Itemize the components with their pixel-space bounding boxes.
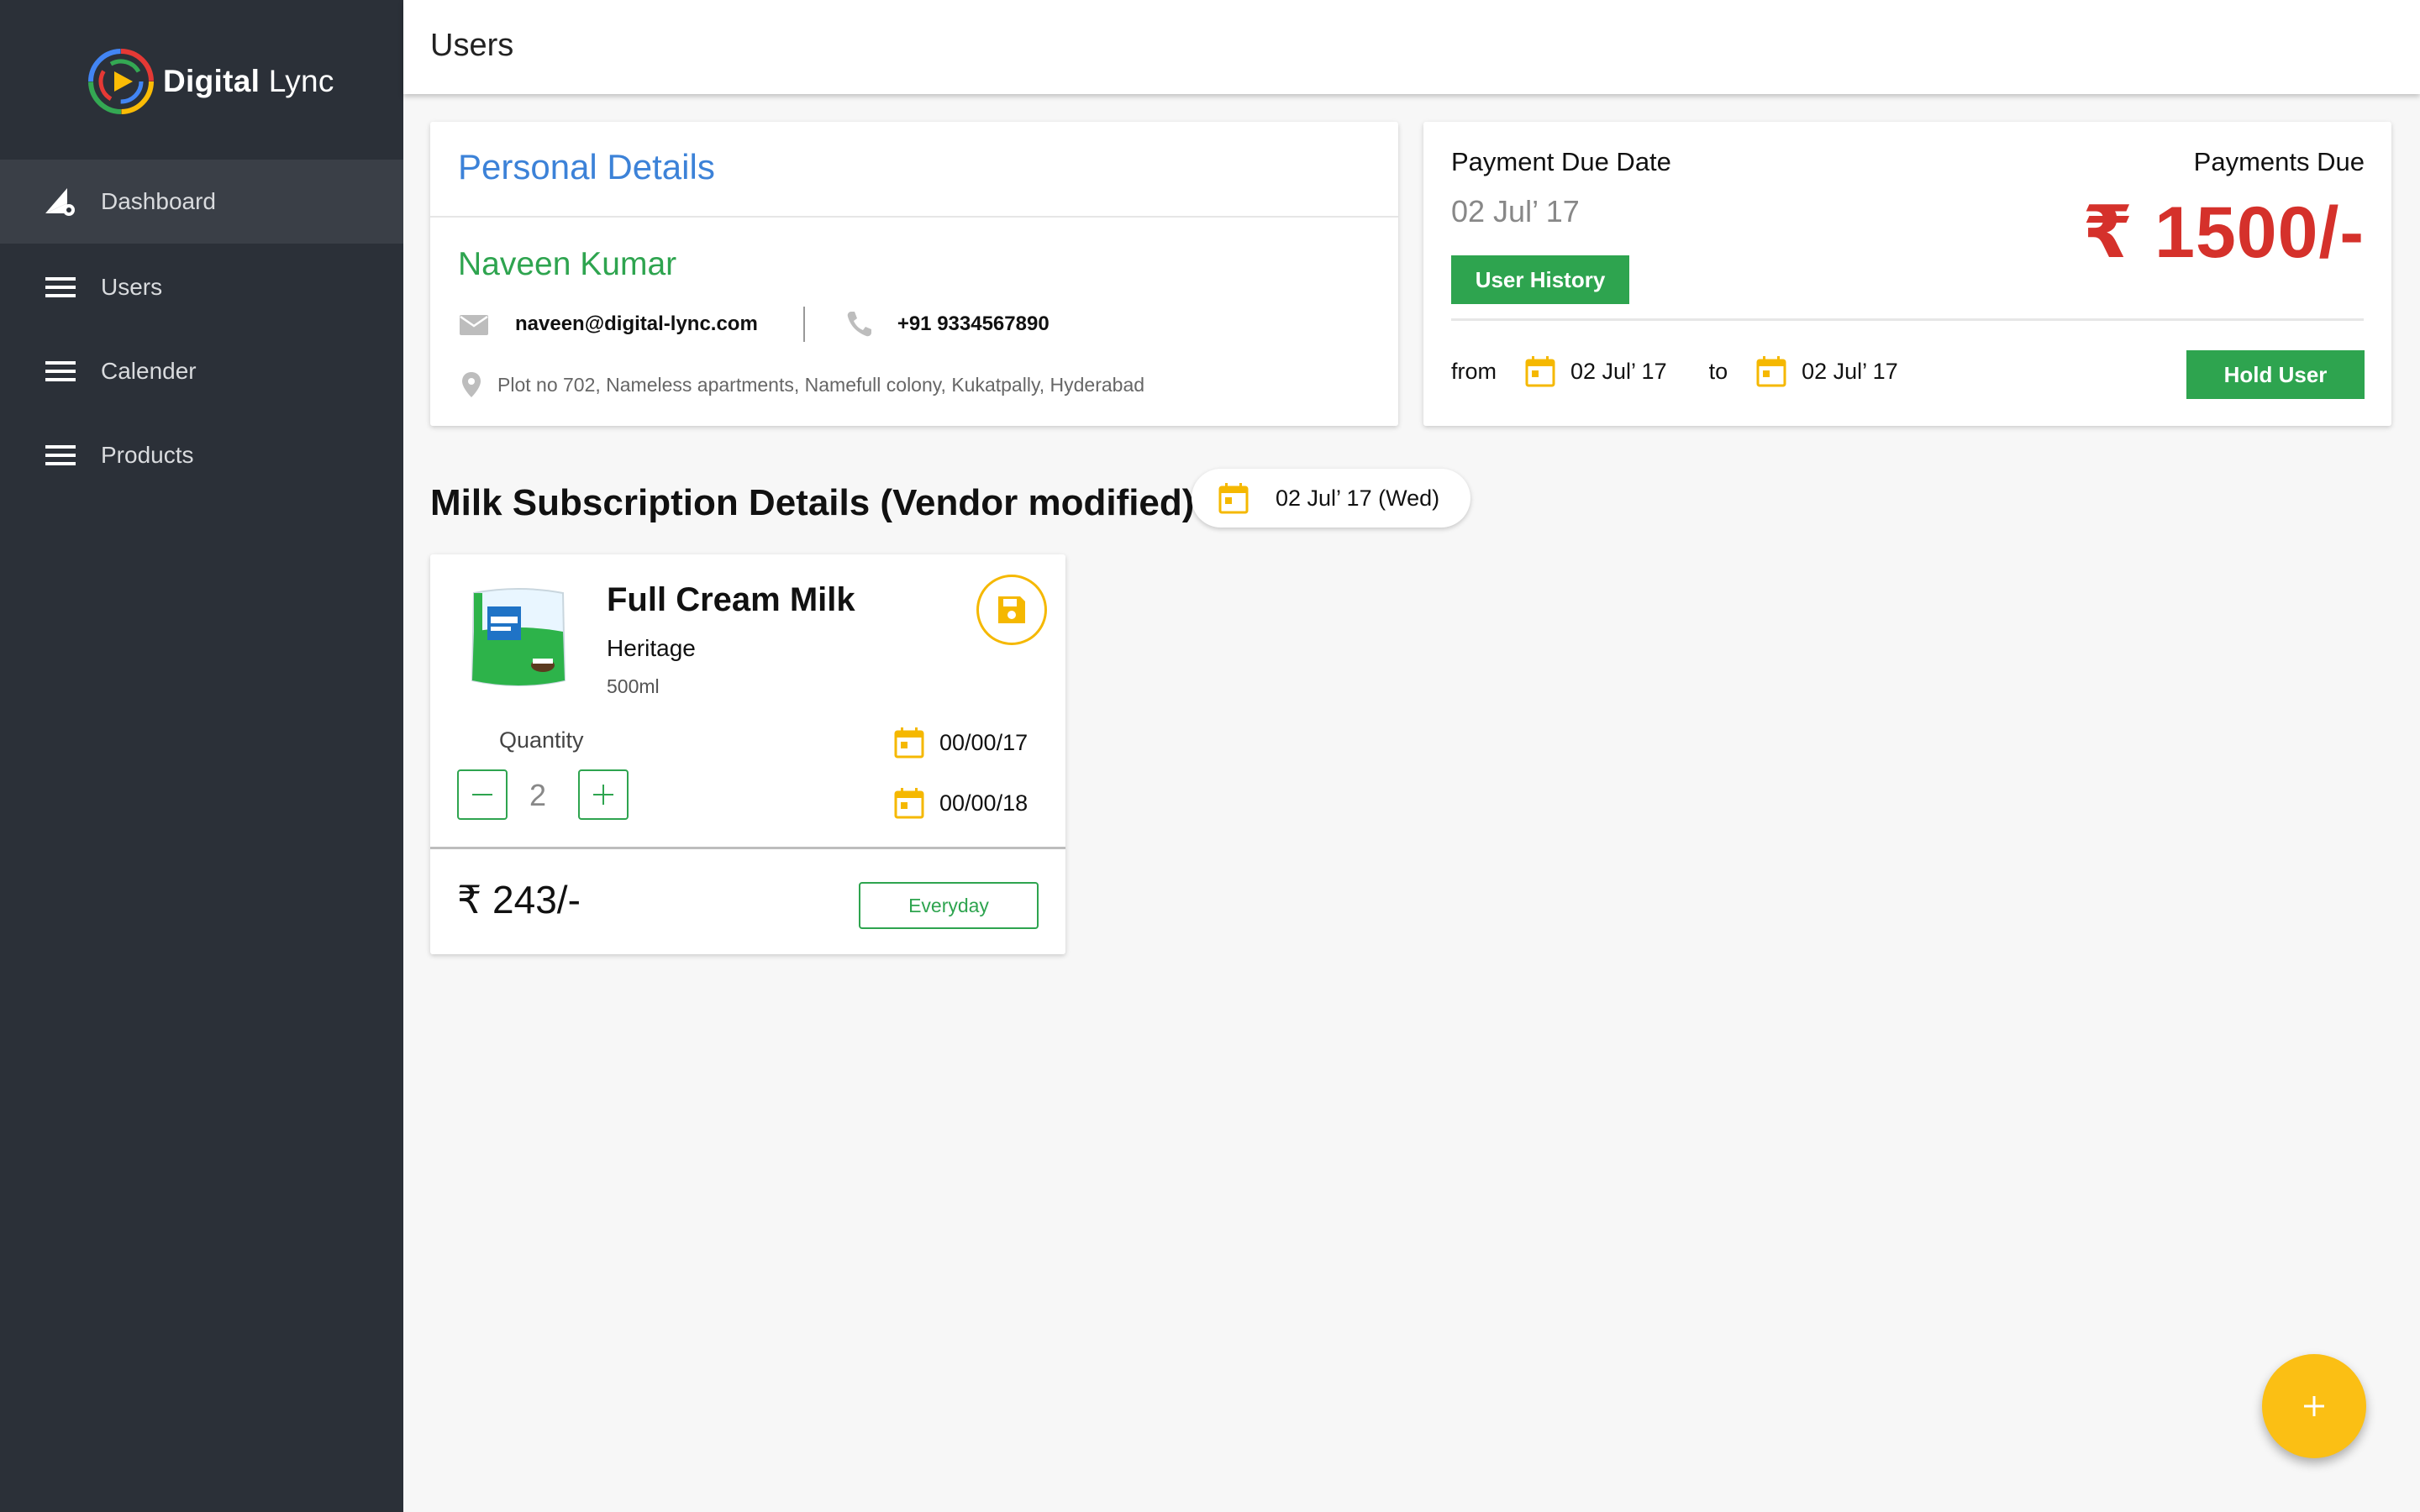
location-pin-icon: [462, 372, 481, 397]
divider: [430, 216, 1398, 218]
frequency-button[interactable]: Everyday: [859, 882, 1039, 929]
user-name: Naveen Kumar: [458, 246, 677, 282]
quantity-value: 2: [529, 778, 547, 812]
payment-due-date: 02 Jul’ 17: [1451, 194, 1580, 228]
payments-due-amount: ₹ 1500/-: [2082, 192, 2365, 273]
to-date[interactable]: 02 Jul’ 17: [1802, 359, 1898, 385]
product-size: 500ml: [607, 675, 660, 697]
sidebar-item-products[interactable]: Products: [0, 413, 403, 497]
save-icon: [998, 596, 1025, 623]
dashboard-settings-icon: [45, 188, 75, 216]
contact-row: naveen@digital-lync.com +91 9334567890: [458, 307, 1050, 342]
payment-due-date-label: Payment Due Date: [1451, 147, 1671, 176]
app-root: Digital Lync Dashboard Users Calender Pr…: [0, 0, 2420, 1512]
mail-icon: [460, 315, 488, 335]
user-history-button[interactable]: User History: [1451, 255, 1629, 304]
sidebar-item-label: Products: [101, 442, 194, 468]
calendar-icon[interactable]: [1523, 354, 1557, 388]
quantity-label: Quantity: [499, 727, 584, 753]
product-price: ₹ 243/-: [457, 878, 581, 921]
menu-icon: [45, 445, 76, 465]
subscription-date-picker[interactable]: 02 Jul’ 17 (Wed): [1192, 469, 1470, 528]
divider: [802, 307, 805, 342]
subscription-date: 02 Jul’ 17 (Wed): [1276, 485, 1440, 511]
milk-packet-image: [471, 588, 566, 686]
payment-card: Payment Due Date 02 Jul’ 17 User History…: [1423, 122, 2391, 426]
top-bar: Users: [403, 0, 2420, 94]
add-fab-button[interactable]: [2262, 1354, 2366, 1458]
subscription-end-date[interactable]: 00/00/18: [892, 785, 1028, 822]
to-label: to: [1708, 358, 1728, 384]
subscription-start-date[interactable]: 00/00/17: [892, 724, 1028, 761]
brand-name: Digital Lync: [163, 64, 334, 99]
hold-user-button[interactable]: Hold User: [2186, 350, 2365, 399]
sidebar-item-dashboard[interactable]: Dashboard: [0, 160, 403, 244]
sidebar-item-label: Users: [101, 274, 163, 300]
user-email[interactable]: naveen@digital-lync.com: [515, 312, 758, 336]
end-date-text: 00/00/18: [939, 790, 1028, 816]
menu-icon: [45, 277, 76, 297]
personal-details-card: Personal Details Naveen Kumar naveen@dig…: [430, 122, 1398, 426]
product-card: Full Cream Milk Heritage 500ml Quantity …: [430, 554, 1065, 954]
calendar-icon: [1218, 483, 1249, 514]
sidebar-item-label: Dashboard: [101, 188, 216, 214]
digital-lync-logo-icon: [88, 49, 154, 114]
brand-name-bold: Digital: [163, 64, 260, 98]
subscription-title: Milk Subscription Details (Vendor modifi…: [430, 482, 1195, 523]
brand-logo[interactable]: Digital Lync: [86, 44, 334, 119]
quantity-decrement-button[interactable]: [457, 769, 508, 820]
user-address: Plot no 702, Nameless apartments, Namefu…: [497, 374, 1145, 396]
payments-due-label: Payments Due: [2193, 147, 2365, 176]
divider: [430, 847, 1065, 849]
start-date-text: 00/00/17: [939, 729, 1028, 755]
sidebar: Digital Lync Dashboard Users Calender Pr…: [0, 0, 403, 1512]
calendar-icon[interactable]: [1754, 354, 1788, 388]
sidebar-item-users[interactable]: Users: [0, 245, 403, 329]
plus-icon: [2304, 1396, 2324, 1416]
calendar-icon: [894, 727, 924, 759]
product-brand: Heritage: [607, 635, 696, 661]
quantity-increment-button[interactable]: [578, 769, 629, 820]
save-button[interactable]: [976, 575, 1047, 645]
divider: [1451, 318, 2364, 321]
product-name: Full Cream Milk: [607, 581, 855, 618]
phone-icon: [847, 312, 871, 337]
minus-icon: [472, 794, 492, 795]
from-date[interactable]: 02 Jul’ 17: [1570, 359, 1667, 385]
user-phone[interactable]: +91 9334567890: [897, 312, 1050, 336]
sidebar-item-label: Calender: [101, 358, 197, 384]
menu-icon: [45, 361, 76, 381]
plus-icon: [593, 785, 613, 805]
from-label: from: [1451, 358, 1497, 384]
personal-details-title: Personal Details: [458, 147, 715, 186]
date-range: from 02 Jul’ 17 to 02 Jul’ 17: [1451, 349, 1898, 394]
sidebar-item-calender[interactable]: Calender: [0, 329, 403, 413]
page-title: Users: [430, 28, 514, 63]
calendar-icon: [894, 788, 924, 819]
brand-name-light: Lync: [260, 64, 334, 98]
